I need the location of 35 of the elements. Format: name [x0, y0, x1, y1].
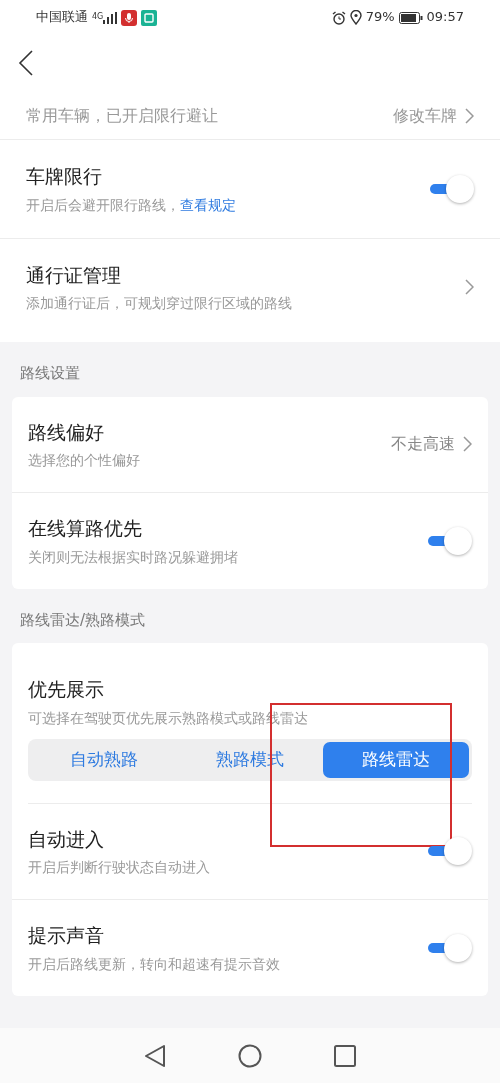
clock-time: 09:57: [426, 8, 464, 27]
section-label: 路线雷达/熟路模式: [19, 609, 147, 631]
back-icon[interactable]: [144, 1043, 166, 1068]
setting-title: 自动进入: [28, 826, 105, 852]
setting-value[interactable]: 不走高速: [391, 432, 472, 457]
section-label: 路线设置: [19, 363, 81, 384]
carrier-name: 中国联通: [36, 8, 88, 27]
chevron-icon: [465, 279, 474, 296]
back-icon[interactable]: [18, 50, 34, 76]
rules-link[interactable]: 查看规定: [180, 196, 236, 213]
location-icon: [349, 7, 362, 27]
setting-title: 车牌限行: [26, 164, 103, 189]
setting-title: 通行证管理: [26, 262, 122, 288]
chevron-icon: [463, 436, 472, 453]
setting-title: 路线偏好: [28, 419, 105, 445]
setting-description: 选择您的个性偏好: [28, 451, 141, 470]
microphone-icon: [121, 7, 138, 27]
setting-title: 提示声音: [28, 923, 105, 948]
setting-description: 开启后判断行驶状态自动进入: [28, 858, 211, 877]
recents-icon[interactable]: [334, 1044, 356, 1067]
setting-title: 优先展示: [28, 677, 105, 702]
setting-description: 关闭则无法根据实时路况躲避拥堵: [28, 547, 239, 567]
network-type: 4G: [92, 13, 104, 21]
chevron-icon: [465, 107, 474, 124]
app-icon: [141, 7, 158, 27]
setting-description: 添加通行证后，可规划穿过限行区域的路线: [26, 294, 293, 313]
segment-option[interactable]: 路线雷达: [323, 741, 469, 778]
battery-percentage: 79%: [365, 8, 395, 27]
home-icon[interactable]: [238, 1043, 262, 1068]
segment-option[interactable]: 自动熟路: [31, 741, 177, 778]
setting-title: 在线算路优先: [28, 516, 143, 541]
setting-description: 开启后会避开限行路线，查看规定: [26, 195, 237, 215]
edit-plate-link[interactable]: 修改车牌: [393, 103, 474, 128]
setting-description: 开启后路线更新，转向和超速有提示音效: [28, 954, 281, 974]
vehicle-status: 常用车辆，已开启限行避让: [26, 104, 219, 127]
